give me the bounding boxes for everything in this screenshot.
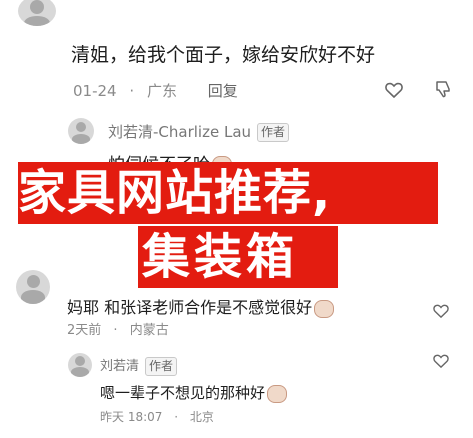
reply-date: 昨天 18:07 <box>100 410 163 424</box>
reply-button[interactable]: 回复 <box>208 82 238 100</box>
reply-location: 北京 <box>189 410 214 424</box>
heart-outline-icon[interactable] <box>385 82 403 98</box>
avatar[interactable] <box>18 0 56 26</box>
reply-text: 嗯一辈子不想见的那种好 <box>100 382 288 403</box>
comment-location: 广东 <box>146 82 177 100</box>
comment-text: 清姐，给我个面子，嫁给安欣好不好 <box>71 44 376 66</box>
avatar[interactable] <box>68 118 94 144</box>
reply-2: 刘若清 作者 嗯一辈子不想见的那种好 昨天 18:07 · 北京 <box>0 342 473 438</box>
avatar[interactable] <box>16 270 50 304</box>
avatar[interactable] <box>68 353 92 377</box>
pig-sticker-icon <box>314 299 335 318</box>
comment-date: 01-24 <box>73 82 117 100</box>
reply-author[interactable]: 刘若清 作者 <box>100 355 178 376</box>
heart-outline-icon[interactable] <box>433 304 449 318</box>
banner-line-1: 家具网站推荐, <box>18 165 332 221</box>
author-badge: 作者 <box>257 123 290 142</box>
author-badge: 作者 <box>145 357 178 376</box>
reply-author[interactable]: 刘若清-Charlize Lau 作者 <box>108 121 290 142</box>
comment-2: 妈耶 和张译老师合作是不感觉很好 2天前 · 内蒙古 <box>0 262 473 342</box>
comment-1: 清姐，给我个面子，嫁给安欣好不好 01-24 · 广东 回复 <box>0 0 473 112</box>
comment-location: 内蒙古 <box>129 323 169 338</box>
comment-date: 2天前 <box>67 323 102 338</box>
comment-text: 妈耶 和张译老师合作是不感觉很好 <box>67 294 335 318</box>
reply-meta: 昨天 18:07 · 北京 <box>100 410 214 424</box>
thumbs-down-icon[interactable] <box>434 80 452 98</box>
comment-meta: 01-24 · 广东 回复 <box>73 82 238 100</box>
heart-outline-icon[interactable] <box>433 354 449 368</box>
comment-meta: 2天前 · 内蒙古 <box>67 323 169 338</box>
pig-sticker-icon <box>267 384 288 403</box>
